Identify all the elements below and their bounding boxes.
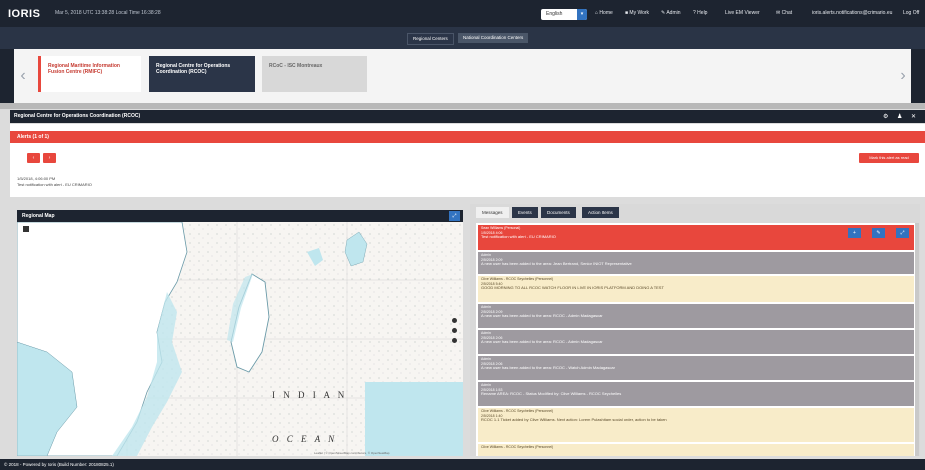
tab-national-centers[interactable]: National Coordination Centers — [458, 33, 529, 43]
help-icon: ? — [693, 10, 696, 16]
carousel-next-icon[interactable]: › — [896, 65, 910, 87]
map-label-ocean: O C E A N — [272, 434, 337, 444]
nav-chat[interactable]: ✉ Chat — [776, 10, 792, 16]
language-value: English — [546, 11, 563, 17]
center-card-rmifc[interactable]: Regional Maritime Information Fusion Cen… — [38, 56, 141, 92]
nav-my-work[interactable]: ■ My Work — [625, 10, 649, 16]
chat-icon: ✉ — [776, 10, 781, 16]
briefcase-icon: ■ — [625, 10, 629, 16]
footer: © 2018 - Powered by Ioris (Build Number:… — [0, 459, 925, 470]
prev-alert-button[interactable]: ‹ — [27, 153, 40, 163]
wrench-icon: ✎ — [661, 10, 666, 16]
settings-icon[interactable]: ⚙ — [883, 113, 888, 120]
message-scrollbar[interactable] — [915, 223, 919, 456]
expand-icon[interactable]: ⤢ — [449, 211, 460, 221]
message-item[interactable]: Clive Williams - RCOC Seychelles (Person… — [478, 408, 914, 442]
tab-events[interactable]: Events — [512, 207, 538, 218]
alerts-count: Alerts (1 of 1) — [17, 134, 49, 140]
alerts-panel: Alerts (1 of 1) ‹ › Mark this alert as r… — [10, 124, 925, 197]
nav-live-viewer[interactable]: Live EM Viewer — [725, 10, 760, 16]
divider — [0, 103, 925, 109]
edit-icon[interactable]: ✎ — [872, 228, 885, 238]
chevron-down-icon: ▾ — [577, 9, 587, 20]
tab-messages[interactable]: Messages — [476, 207, 509, 218]
map-label-indian: I N D I A N — [272, 390, 347, 400]
regional-map[interactable]: I N D I A N O C E A N Leaflet | © OpenSt… — [17, 222, 463, 456]
top-bar: IORIS Mar 5, 2018 UTC 13:38:28 Local Tim… — [0, 0, 925, 27]
zoom-in-icon[interactable] — [452, 318, 457, 323]
locate-icon[interactable] — [452, 338, 457, 343]
map-title: Regional Map — [22, 213, 55, 219]
nav-log-off[interactable]: Log Off — [903, 10, 919, 16]
message-list[interactable]: Sean Williams (Personal) 1/5/2018 4:06 T… — [476, 223, 916, 456]
share-icon[interactable]: ⤢ — [896, 228, 909, 238]
close-icon[interactable]: ✕ — [911, 113, 916, 120]
alert-message: Test notification with alert - EU CRIMAR… — [17, 182, 92, 187]
map-attribution: Leaflet | © OpenStreetMap contributors, … — [314, 451, 390, 455]
home-icon: ⌂ — [595, 10, 599, 16]
center-card-rcoc[interactable]: Regional Centre for Operations Coordinat… — [149, 56, 255, 92]
tab-action-items[interactable]: Action Items — [582, 207, 619, 218]
layers-icon[interactable] — [23, 226, 29, 232]
user-email[interactable]: ioris.alerts.notifications@crimario.eu — [812, 10, 892, 16]
footer-text: © 2018 - Powered by Ioris (Build Number:… — [4, 462, 114, 467]
message-item[interactable]: Admin 2/5/2018 1:53 Rename AREA: RCOC - … — [478, 382, 914, 406]
section-header: Regional Centre for Operations Coordinat… — [10, 110, 925, 123]
map-header: Regional Map ⤢ — [17, 210, 463, 222]
nautical-chart: I N D I A N O C E A N Leaflet | © OpenSt… — [17, 222, 463, 456]
mark-read-button[interactable]: Mark this alert as read — [859, 153, 919, 163]
tab-documents[interactable]: Documents — [541, 207, 576, 218]
user-icon[interactable]: ♟ — [897, 113, 902, 120]
alert-date: 1/5/2018, 4:06:00 PM — [17, 176, 56, 181]
alerts-header: Alerts (1 of 1) — [10, 131, 925, 143]
nav-help[interactable]: ? Help — [693, 10, 707, 16]
language-select[interactable]: English ▾ — [541, 9, 587, 20]
message-item[interactable]: Clive Williams - RCOC Seychelles (Person… — [478, 444, 914, 456]
message-item[interactable]: Admin 2/5/2018 2:09 A new user has been … — [478, 252, 914, 274]
nav-home[interactable]: ⌂ Home — [595, 10, 613, 16]
zoom-out-icon[interactable] — [452, 328, 457, 333]
section-title: Regional Centre for Operations Coordinat… — [14, 113, 141, 119]
message-item[interactable]: Admin 2/5/2018 2:09 A new user has been … — [478, 304, 914, 328]
message-item[interactable]: Sean Williams (Personal) 1/5/2018 4:06 T… — [478, 225, 914, 250]
nav-admin[interactable]: ✎ Admin — [661, 10, 681, 16]
next-alert-button[interactable]: › — [43, 153, 56, 163]
carousel-prev-icon[interactable]: ‹ — [16, 65, 30, 87]
center-card-montreaux[interactable]: RCoC - ISC Montreaux — [262, 56, 367, 92]
message-item[interactable]: Admin 2/5/2018 2:06 A new user has been … — [478, 356, 914, 380]
message-item[interactable]: Clive Williams - RCOC Seychelles (Person… — [478, 276, 914, 302]
datetime-display: Mar 5, 2018 UTC 13:38:28 Local Time 16:3… — [55, 10, 161, 16]
app-logo[interactable]: IORIS — [8, 8, 40, 20]
centers-strip: ‹ › Regional Maritime Information Fusion… — [0, 49, 925, 103]
message-item[interactable]: Admin 2/5/2018 2:06 A new user has been … — [478, 330, 914, 354]
center-type-bar: Regional Centers National Coordination C… — [0, 27, 925, 49]
tab-regional-centers[interactable]: Regional Centers — [407, 33, 454, 45]
add-icon[interactable]: + — [848, 228, 861, 238]
